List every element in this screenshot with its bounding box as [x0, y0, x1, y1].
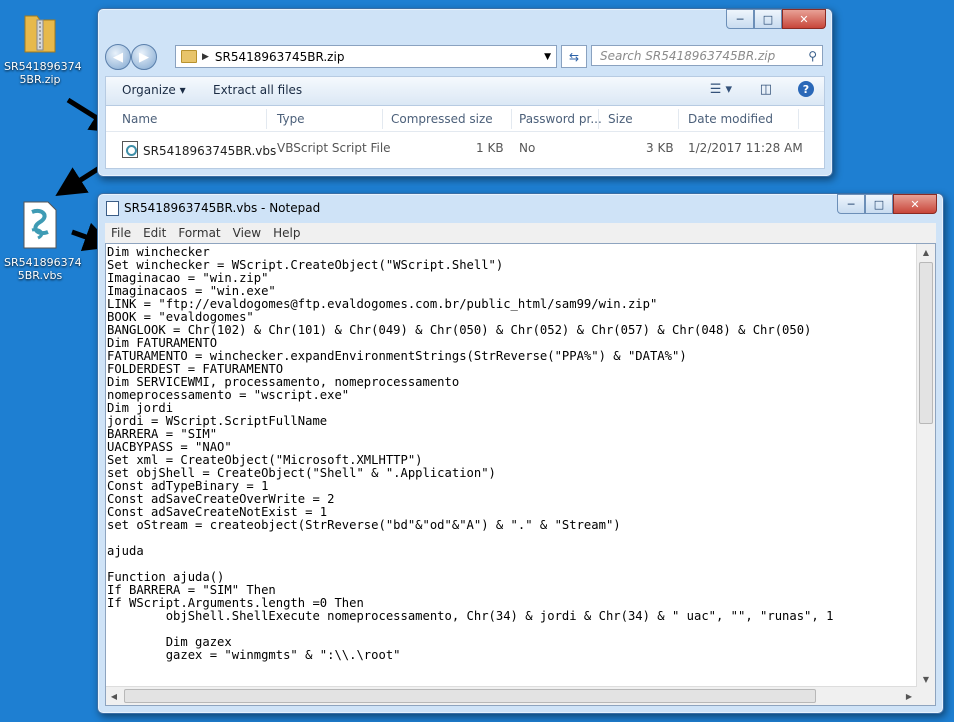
column-date-modified[interactable]: Date modified	[688, 112, 773, 126]
vertical-scroll-thumb[interactable]	[919, 262, 933, 424]
close-icon[interactable]: ✕	[782, 9, 826, 29]
column-size[interactable]: Size	[608, 112, 633, 126]
menu-format[interactable]: Format	[172, 226, 226, 240]
forward-icon[interactable]: ▶	[131, 44, 157, 70]
notepad-window: SR5418963745BR.vbs - Notepad ─ □ ✕ File …	[97, 193, 944, 714]
zip-file-icon	[4, 10, 76, 57]
address-bar[interactable]: ▶ SR5418963745BR.zip ▼	[175, 45, 557, 68]
maximize-icon[interactable]: □	[865, 194, 893, 214]
explorer-window: ─ □ ✕ ◀ ▶ ▶ SR5418963745BR.zip ▼ ⇆ Searc…	[97, 8, 833, 177]
column-name[interactable]: Name	[122, 112, 157, 126]
search-placeholder: Search SR5418963745BR.zip	[600, 48, 776, 63]
scroll-corner	[917, 687, 935, 705]
file-date-cell: 1/2/2017 11:28 AM	[688, 141, 803, 155]
file-list: Name Type Compressed size Password pr...…	[105, 105, 825, 169]
file-size-cell: 3 KB	[646, 141, 674, 155]
horizontal-scrollbar[interactable]: ◀ ▶	[106, 686, 917, 705]
file-name-cell: SR5418963745BR.vbs	[122, 141, 276, 158]
desktop-zip-icon[interactable]: SR541896374 5BR.zip	[4, 10, 82, 86]
text-editor[interactable]: Dim winchecker Set winchecker = WScript.…	[105, 243, 936, 706]
notepad-icon	[106, 201, 119, 216]
address-text: SR5418963745BR.zip	[214, 49, 345, 64]
menu-help[interactable]: Help	[267, 226, 306, 240]
menu-edit[interactable]: Edit	[137, 226, 172, 240]
explorer-window-controls: ─ □ ✕	[726, 9, 826, 29]
preview-pane-icon[interactable]: ◫	[760, 82, 772, 97]
desktop-zip-label: SR541896374 5BR.zip	[4, 60, 82, 86]
explorer-toolbar: Organize ▾ Extract all files ☰ ▾ ◫ ?	[105, 76, 825, 106]
vertical-scrollbar[interactable]: ▲ ▼	[916, 244, 935, 687]
back-icon[interactable]: ◀	[105, 44, 131, 70]
extract-all-button[interactable]: Extract all files	[213, 83, 302, 97]
column-password-protected[interactable]: Password pr...	[519, 112, 602, 126]
vbs-file-icon	[4, 200, 76, 253]
menu-view[interactable]: View	[227, 226, 267, 240]
desktop-vbs-label: SR541896374 5BR.vbs	[4, 256, 82, 282]
close-icon[interactable]: ✕	[893, 194, 937, 214]
menu-file[interactable]: File	[105, 226, 137, 240]
maximize-icon[interactable]: □	[754, 9, 782, 29]
notepad-window-controls: ─ □ ✕	[837, 194, 937, 214]
vbs-file-icon	[122, 141, 138, 158]
file-type-cell: VBScript Script File	[277, 141, 391, 155]
minimize-icon[interactable]: ─	[726, 9, 754, 29]
refresh-icon[interactable]: ⇆	[561, 45, 587, 68]
horizontal-scroll-thumb[interactable]	[124, 689, 816, 703]
column-type[interactable]: Type	[277, 112, 305, 126]
folder-icon	[181, 50, 197, 63]
column-headers: Name Type Compressed size Password pr...…	[106, 106, 824, 132]
menu-bar: File Edit Format View Help	[105, 223, 936, 243]
script-content[interactable]: Dim winchecker Set winchecker = WScript.…	[107, 246, 913, 685]
file-password-cell: No	[519, 141, 536, 155]
search-icon[interactable]: ⚲	[808, 49, 817, 63]
file-compressed-size-cell: 1 KB	[476, 141, 504, 155]
help-icon[interactable]: ?	[798, 81, 814, 97]
scroll-up-icon[interactable]: ▲	[917, 244, 935, 260]
view-icon[interactable]: ☰ ▾	[710, 82, 732, 97]
window-title: SR5418963745BR.vbs - Notepad	[124, 201, 321, 215]
breadcrumb-chevron-icon: ▶	[202, 51, 209, 62]
desktop-vbs-icon[interactable]: SR541896374 5BR.vbs	[4, 200, 82, 282]
scroll-left-icon[interactable]: ◀	[106, 687, 122, 705]
organize-button[interactable]: Organize ▾	[122, 83, 186, 97]
table-row[interactable]: SR5418963745BR.vbs VBScript Script File …	[106, 139, 824, 159]
chevron-down-icon[interactable]: ▼	[544, 52, 551, 62]
minimize-icon[interactable]: ─	[837, 194, 865, 214]
navigation-bar: ◀ ▶ ▶ SR5418963745BR.zip ▼ ⇆ Search SR54…	[105, 44, 825, 70]
scroll-right-icon[interactable]: ▶	[901, 687, 917, 705]
search-input[interactable]: Search SR5418963745BR.zip ⚲	[591, 45, 823, 66]
scroll-down-icon[interactable]: ▼	[917, 671, 935, 687]
column-compressed-size[interactable]: Compressed size	[391, 112, 493, 126]
arrow-vbs-to-notepad	[71, 222, 115, 252]
